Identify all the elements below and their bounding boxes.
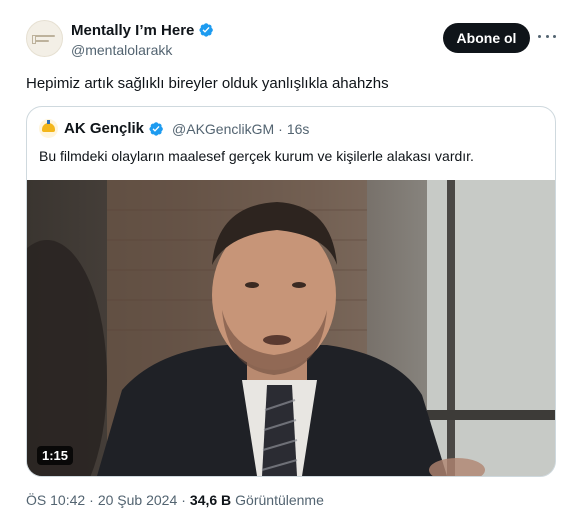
author-display-name[interactable]: Mentally I’m Here [71, 22, 194, 39]
akp-bulb-detail [47, 120, 50, 124]
dot [545, 34, 549, 38]
verified-badge-icon[interactable] [198, 22, 214, 38]
tweet-meta: ÖS 10:42 · 20 Şub 2024 · 34,6 B Görüntül… [26, 492, 324, 508]
follow-button[interactable]: Abone ol [443, 23, 530, 53]
verified-badge-icon[interactable] [148, 121, 164, 137]
avatar-logo-line [35, 40, 49, 42]
quoted-tweet-text: Bu filmdeki olayların maalesef gerçek ku… [39, 148, 474, 164]
quoted-separator: · [278, 120, 283, 137]
quoted-tweet[interactable]: AK Gençlik @AKGenclikGM · 16s Bu filmdek… [26, 106, 556, 477]
avatar-logo-line [35, 35, 55, 37]
views-count[interactable]: 34,6 B [190, 492, 231, 508]
quoted-timestamp[interactable]: 16s [287, 121, 310, 137]
tweet-date[interactable]: 20 Şub 2024 [98, 492, 177, 508]
quoted-author-name[interactable]: AK Gençlik [64, 120, 144, 137]
quoted-tweet-header: AK Gençlik @AKGenclikGM · 16s [39, 119, 309, 138]
author-names: Mentally I’m Here @mentalolarakk [71, 20, 214, 58]
views-label[interactable]: Görüntülenme [235, 492, 324, 508]
video-duration-badge: 1:15 [37, 446, 74, 465]
meta-separator: · [89, 492, 94, 508]
dot [553, 34, 556, 38]
author-handle[interactable]: @mentalolarakk [71, 42, 214, 58]
akp-bulb-icon [42, 123, 55, 132]
tweet-time[interactable]: ÖS 10:42 [26, 492, 85, 508]
meta-separator: · [181, 492, 186, 508]
quoted-author-avatar[interactable] [39, 119, 58, 138]
tweet-text: Hepimiz artık sağlıklı bireyler olduk ya… [26, 75, 389, 92]
tweet-header: Mentally I’m Here @mentalolarakk Abone o… [26, 20, 556, 64]
quoted-author-handle[interactable]: @AKGenclikGM [172, 121, 274, 137]
dot [538, 34, 541, 38]
video-player[interactable]: 1:15 [27, 180, 555, 476]
author-avatar[interactable] [26, 20, 63, 57]
more-dots-icon[interactable] [538, 28, 556, 44]
video-thumbnail [27, 180, 555, 476]
